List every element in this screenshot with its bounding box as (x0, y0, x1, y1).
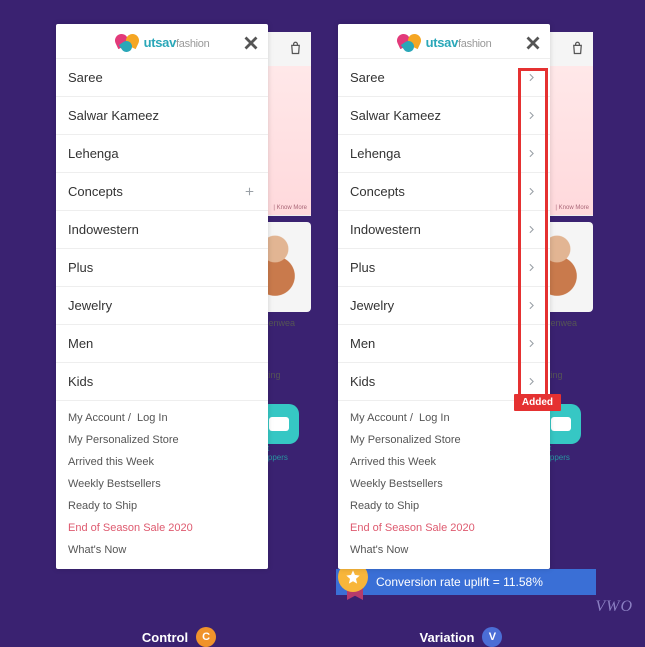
nav-drawer: utsavfashion Added Saree Salwar Kameez L… (338, 24, 550, 569)
close-icon[interactable] (522, 32, 544, 54)
bag-icon (570, 41, 585, 58)
menu-item-plus[interactable]: Plus (56, 249, 268, 287)
menu-item-kids[interactable]: Kids (56, 363, 268, 401)
variation-label: Variation V (420, 627, 503, 647)
chevron-right-icon (525, 261, 538, 274)
control-badge: C (196, 627, 216, 647)
account-links: My Account /Log In My Personalized Store… (56, 401, 268, 569)
sub-link-promo[interactable]: End of Season Sale 2020 (56, 517, 268, 539)
sub-link[interactable]: Ready to Ship (56, 495, 268, 517)
menu-item-saree[interactable]: Saree (56, 59, 268, 97)
sub-link[interactable]: Weekly Bestsellers (56, 473, 268, 495)
chevron-right-icon (525, 71, 538, 84)
menu-item-saree[interactable]: Saree (338, 59, 550, 97)
chevron-right-icon (525, 375, 538, 388)
sub-link[interactable]: My Personalized Store (338, 429, 550, 451)
account-links: My Account /Log In My Personalized Store… (338, 401, 550, 569)
plus-icon (243, 185, 256, 198)
menu-item-concepts[interactable]: Concepts (56, 173, 268, 211)
control-screenshot: | Know More Menwea ating ilot hoppers ut… (56, 24, 302, 569)
variation-badge: V (482, 627, 502, 647)
sub-link[interactable]: What's Now (56, 539, 268, 561)
sub-link[interactable]: My Personalized Store (56, 429, 268, 451)
sub-link[interactable]: Arrived this Week (338, 451, 550, 473)
sub-link[interactable]: Ready to Ship (338, 495, 550, 517)
menu-item-lehenga[interactable]: Lehenga (56, 135, 268, 173)
menu-item-jewelry[interactable]: Jewelry (338, 287, 550, 325)
variation-screenshot: | Know More Menwea ating ilot hoppers ut… (338, 24, 584, 569)
menu-item-salwar[interactable]: Salwar Kameez (338, 97, 550, 135)
bag-icon (288, 41, 303, 58)
menu-item-indowestern[interactable]: Indowestern (338, 211, 550, 249)
vwo-watermark: VWO (595, 598, 633, 616)
menu-item-plus[interactable]: Plus (338, 249, 550, 287)
added-annotation: Added (514, 394, 561, 411)
menu-item-men[interactable]: Men (56, 325, 268, 363)
brand-logo: utsavfashion (397, 32, 492, 52)
sub-link[interactable]: Weekly Bestsellers (338, 473, 550, 495)
menu-item-men[interactable]: Men (338, 325, 550, 363)
menu-item-lehenga[interactable]: Lehenga (338, 135, 550, 173)
chevron-right-icon (525, 185, 538, 198)
category-menu: Saree Salwar Kameez Lehenga Concepts Ind… (56, 59, 268, 401)
chevron-right-icon (525, 337, 538, 350)
nav-drawer: utsavfashion Saree Salwar Kameez Lehenga… (56, 24, 268, 569)
menu-item-salwar[interactable]: Salwar Kameez (56, 97, 268, 135)
chevron-right-icon (525, 299, 538, 312)
login-link[interactable]: My Account /Log In (56, 407, 268, 429)
sub-link-promo[interactable]: End of Season Sale 2020 (338, 517, 550, 539)
uplift-banner: Conversion rate uplift = 11.58% (336, 569, 596, 595)
control-label: Control C (142, 627, 216, 647)
uplift-text: Conversion rate uplift = 11.58% (376, 575, 543, 589)
brand-logo: utsavfashion (115, 32, 210, 52)
menu-item-indowestern[interactable]: Indowestern (56, 211, 268, 249)
sub-link[interactable]: What's Now (338, 539, 550, 561)
menu-item-jewelry[interactable]: Jewelry (56, 287, 268, 325)
chevron-right-icon (525, 147, 538, 160)
chevron-right-icon (525, 109, 538, 122)
sub-link[interactable]: Arrived this Week (56, 451, 268, 473)
category-menu: Saree Salwar Kameez Lehenga Concepts Ind… (338, 59, 550, 401)
chevron-right-icon (525, 223, 538, 236)
menu-item-concepts[interactable]: Concepts (338, 173, 550, 211)
close-icon[interactable] (240, 32, 262, 54)
